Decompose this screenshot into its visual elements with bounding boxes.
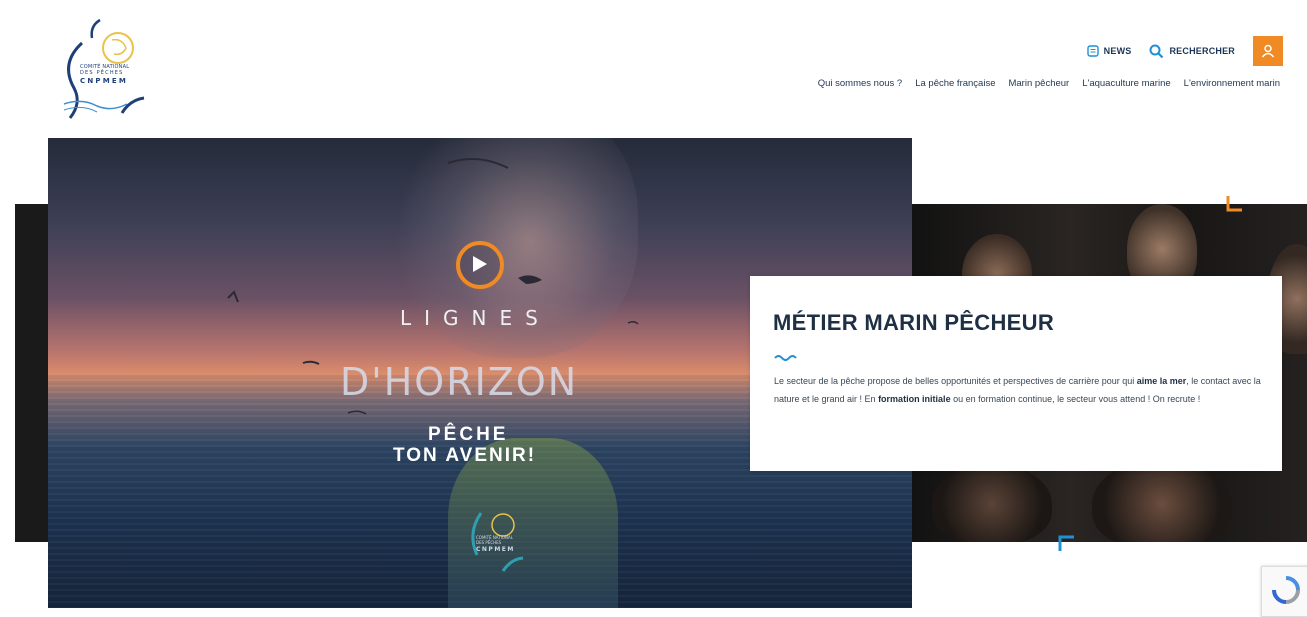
play-icon bbox=[473, 256, 487, 272]
card-text-bold1: aime la mer bbox=[1136, 376, 1187, 386]
video-title-horizon: D'HORIZON bbox=[340, 360, 579, 404]
logo-line3: CNPMEM bbox=[80, 76, 129, 85]
nav-item-marin-pecheur[interactable]: Marin pêcheur bbox=[1008, 78, 1069, 89]
photo-person bbox=[932, 464, 1052, 542]
video-logo-line2: DES PÊCHES bbox=[476, 539, 502, 545]
video-logo-text: COMITÉ NATIONAL DES PÊCHES CNPMEM bbox=[476, 535, 515, 553]
main-navigation: Qui sommes nous ? La pêche française Mar… bbox=[805, 78, 1280, 89]
account-button[interactable] bbox=[1253, 36, 1283, 66]
corner-bracket-icon bbox=[1058, 535, 1074, 551]
wave-icon bbox=[774, 355, 797, 361]
news-label: NEWS bbox=[1103, 46, 1132, 56]
user-icon bbox=[1261, 44, 1275, 58]
video-logo-line3: CNPMEM bbox=[476, 545, 515, 553]
video-title-lignes: LIGNES bbox=[400, 306, 551, 330]
nav-item-qui-sommes-nous[interactable]: Qui sommes nous ? bbox=[818, 78, 902, 89]
logo-text: COMITÉ NATIONAL DES PÊCHES CNPMEM bbox=[80, 64, 160, 85]
play-button[interactable] bbox=[456, 241, 504, 289]
utility-bar: NEWS RECHERCHER bbox=[1086, 36, 1283, 66]
recaptcha-icon bbox=[1272, 576, 1300, 604]
search-label: RECHERCHER bbox=[1169, 46, 1235, 56]
card-description: Le secteur de la pêche propose de belles… bbox=[774, 372, 1262, 408]
site-logo[interactable]: COMITÉ NATIONAL DES PÊCHES CNPMEM bbox=[52, 18, 172, 128]
photo-person bbox=[1092, 459, 1232, 542]
video-logo: COMITÉ NATIONAL DES PÊCHES CNPMEM bbox=[463, 503, 533, 583]
nav-item-peche-francaise[interactable]: La pêche française bbox=[915, 78, 995, 89]
metier-card: MÉTIER MARIN PÊCHEUR Le secteur de la pê… bbox=[750, 276, 1282, 471]
nav-item-aquaculture[interactable]: L'aquaculture marine bbox=[1082, 78, 1170, 89]
video-subtitle-peche: PÊCHE bbox=[428, 424, 509, 445]
nav-item-environnement[interactable]: L'environnement marin bbox=[1184, 78, 1280, 89]
recaptcha-badge[interactable] bbox=[1261, 566, 1307, 617]
card-text-bold2: formation initiale bbox=[878, 394, 951, 404]
corner-bracket-icon bbox=[1226, 196, 1242, 212]
card-title: MÉTIER MARIN PÊCHEUR bbox=[773, 310, 1055, 335]
news-link[interactable]: NEWS bbox=[1086, 45, 1132, 57]
search-link[interactable]: RECHERCHER bbox=[1149, 44, 1235, 59]
news-icon bbox=[1086, 45, 1099, 57]
search-icon bbox=[1149, 44, 1164, 58]
card-text-part1: Le secteur de la pêche propose de belles… bbox=[774, 376, 1137, 386]
card-text-part3: ou en formation continue, le secteur vou… bbox=[950, 394, 1201, 404]
video-subtitle-avenir: TON AVENIR! bbox=[393, 445, 537, 466]
